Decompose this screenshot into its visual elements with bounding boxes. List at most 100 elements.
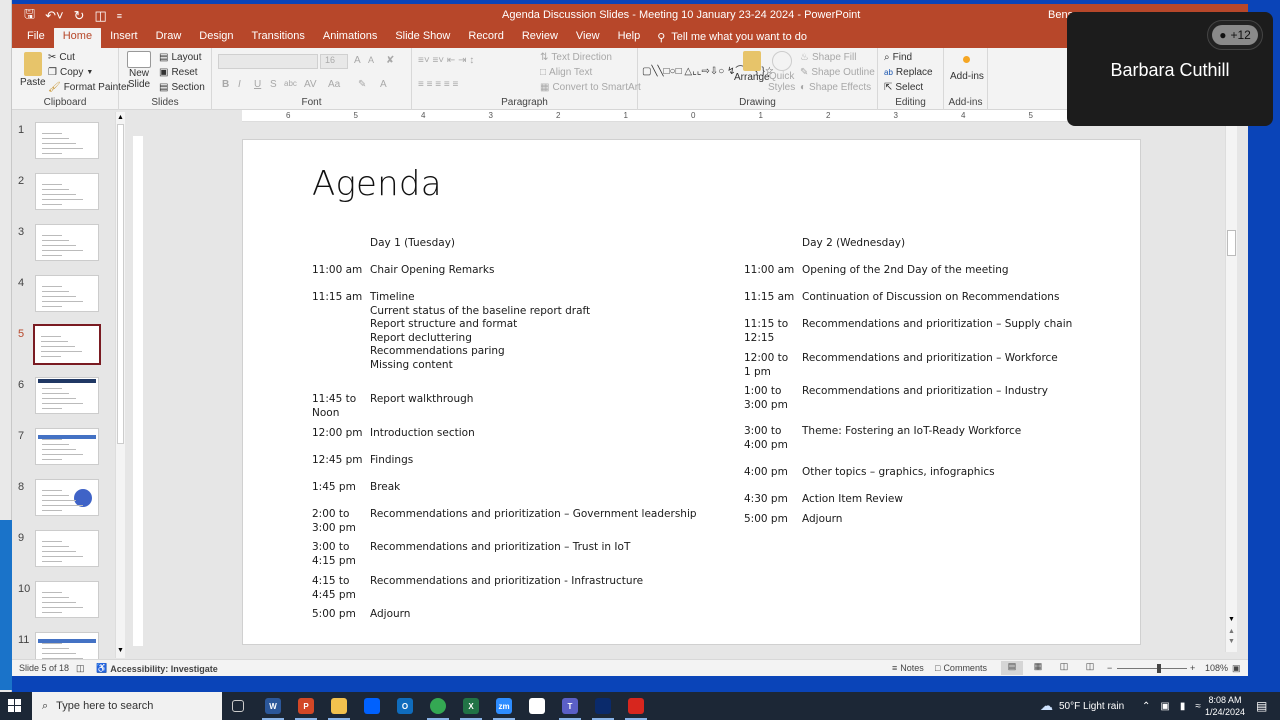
chevron-up-icon[interactable]: ⌃ xyxy=(1142,701,1150,712)
slide-canvas[interactable]: Agenda Day 1 (Tuesday) 11:00 am Chair Ope… xyxy=(242,139,1141,645)
tab-transitions[interactable]: Transitions xyxy=(243,28,314,48)
reading-view-button[interactable]: ◫ xyxy=(1053,661,1075,675)
dropbox-icon[interactable] xyxy=(364,698,380,714)
replace-button[interactable]: ab Replace xyxy=(884,67,933,78)
tab-insert[interactable]: Insert xyxy=(101,28,147,48)
zoom-slider-handle[interactable] xyxy=(1157,664,1161,673)
weather-widget[interactable]: ☁ 50°F Light rain xyxy=(1040,692,1124,720)
zoom-icon[interactable]: zm xyxy=(496,698,512,714)
shadow-button[interactable]: S xyxy=(270,79,277,90)
slide-scrollbar[interactable]: ▼ ▲ ▼ xyxy=(1225,112,1237,652)
grow-font-button[interactable]: A xyxy=(354,55,361,66)
excel-icon[interactable]: X xyxy=(463,698,479,714)
cut-button[interactable]: ✂ Cut xyxy=(48,52,75,63)
scroll-thumb[interactable] xyxy=(1227,230,1236,256)
slack-icon[interactable] xyxy=(529,698,545,714)
convert-smartart-button[interactable]: ▦ Convert to SmartArt xyxy=(540,82,641,93)
shrink-font-button[interactable]: A xyxy=(368,55,374,65)
slide-thumbnail[interactable] xyxy=(35,173,99,210)
scroll-down-arrow[interactable]: ▼ xyxy=(1228,616,1235,623)
slideshow-button[interactable]: ◫ xyxy=(1079,661,1101,675)
participants-button[interactable]: ● +12 xyxy=(1207,20,1263,50)
windows-start-icon[interactable] xyxy=(8,699,22,713)
font-name-box[interactable] xyxy=(218,54,318,69)
redo-icon[interactable]: ↻ xyxy=(74,8,85,24)
file-explorer-icon[interactable] xyxy=(331,698,347,714)
character-spacing-button[interactable]: AV xyxy=(304,79,317,90)
copy-button[interactable]: ❐ Copy ▼ xyxy=(48,67,93,78)
customize-qat-icon[interactable]: ≡ xyxy=(117,11,122,21)
section-button[interactable]: ▤ Section xyxy=(159,82,205,93)
clear-formatting-icon[interactable]: ✘ xyxy=(386,55,394,66)
highlight-icon[interactable]: ✎ xyxy=(358,79,366,90)
next-slide-icon[interactable]: ▼ xyxy=(1228,638,1235,645)
format-painter-button[interactable]: 🖌 Format Painter xyxy=(48,82,130,93)
camera-icon[interactable]: ▣ xyxy=(1160,701,1169,712)
microphone-icon[interactable]: ▮ xyxy=(1180,701,1186,712)
tab-review[interactable]: Review xyxy=(513,28,567,48)
previous-slide-icon[interactable]: ▲ xyxy=(1228,628,1235,635)
new-slide-button[interactable]: New Slide xyxy=(127,51,151,90)
fit-slide-icon[interactable]: ▣ xyxy=(1232,663,1241,674)
shape-effects-button[interactable]: ◐ Shape Effects xyxy=(800,82,871,93)
slide-thumbnail[interactable] xyxy=(35,377,99,414)
powerpoint-icon[interactable]: P xyxy=(298,698,314,714)
find-button[interactable]: ⌕ Find xyxy=(884,52,912,63)
select-button[interactable]: ⇱ Select xyxy=(884,82,923,93)
tab-file[interactable]: File xyxy=(18,28,54,48)
zoom-level[interactable]: 108% xyxy=(1205,663,1228,673)
tab-home[interactable]: Home xyxy=(53,27,102,48)
normal-view-button[interactable]: ▤ xyxy=(1001,661,1023,675)
wifi-icon[interactable]: ≈ xyxy=(1195,701,1201,712)
notifications-icon[interactable]: ▤ xyxy=(1256,692,1267,720)
thumbnails-scrollbar[interactable]: ▲ ▼ xyxy=(115,112,125,658)
align-text-button[interactable]: □ Align Text xyxy=(540,67,592,78)
acrobat-icon[interactable] xyxy=(628,698,644,714)
tab-animations[interactable]: Animations xyxy=(314,28,386,48)
save-icon[interactable]: 🖫 xyxy=(24,5,35,27)
zoom-in-button[interactable]: + xyxy=(1190,663,1195,673)
bullets-icon[interactable]: ≡˅ ≡˅ ⇤ ⇥ ↕ xyxy=(418,55,474,66)
font-size-box[interactable]: 16 xyxy=(320,54,348,69)
present-from-start-icon[interactable]: ◫ xyxy=(94,8,106,24)
tell-me-search[interactable]: ⚲ Tell me what you want to do xyxy=(649,31,815,48)
slide-thumbnail[interactable] xyxy=(35,581,99,618)
font-color-button[interactable]: A xyxy=(380,79,387,90)
slide-thumbnail[interactable] xyxy=(33,324,101,365)
tab-draw[interactable]: Draw xyxy=(147,28,191,48)
tab-help[interactable]: Help xyxy=(609,28,650,48)
clock[interactable]: 8:08 AM 1/24/2024 xyxy=(1205,692,1245,720)
shape-outline-button[interactable]: ✎ Shape Outline xyxy=(800,67,875,78)
paste-button[interactable]: Paste xyxy=(20,52,46,88)
underline-button[interactable]: U xyxy=(254,79,261,90)
tab-design[interactable]: Design xyxy=(190,28,242,48)
outlook-icon[interactable]: O xyxy=(397,698,413,714)
bold-button[interactable]: B xyxy=(222,79,229,90)
webex-icon[interactable] xyxy=(595,698,611,714)
zoom-slider[interactable] xyxy=(1117,668,1187,669)
slide-title[interactable]: Agenda xyxy=(312,164,442,204)
accessibility-button[interactable]: ♿ Accessibility: Investigate xyxy=(96,663,218,674)
meeting-speaker-tile[interactable]: ● +12 Barbara Cuthill xyxy=(1067,12,1273,126)
italic-button[interactable]: I xyxy=(238,79,241,90)
slide-sorter-button[interactable]: ▦ xyxy=(1027,661,1049,675)
tab-slide-show[interactable]: Slide Show xyxy=(386,28,459,48)
chrome-icon[interactable] xyxy=(430,698,446,714)
arrange-button[interactable]: Arrange xyxy=(734,51,770,83)
slide-thumbnail[interactable] xyxy=(35,122,99,159)
teams-icon[interactable]: T xyxy=(562,698,578,714)
vertical-ruler[interactable] xyxy=(133,136,143,646)
slide-thumbnail[interactable] xyxy=(35,428,99,465)
horizontal-ruler[interactable]: 6 5 4 3 2 1 0 1 2 3 4 5 xyxy=(242,110,1072,122)
spellcheck-icon[interactable]: ◫ xyxy=(76,663,85,674)
shapes-gallery[interactable]: ▢╲╲□○□ △⌞⌞⇨⇩○ ↯⌒⌒{ }☆ xyxy=(642,51,774,91)
tab-record[interactable]: Record xyxy=(459,28,512,48)
taskbar-search[interactable]: ⌕ Type here to search xyxy=(32,692,222,720)
slide-thumbnail[interactable] xyxy=(35,530,99,567)
slide-thumbnail[interactable] xyxy=(35,479,99,516)
reset-button[interactable]: ▣ Reset xyxy=(159,67,198,78)
shape-fill-button[interactable]: ♨ Shape Fill xyxy=(800,52,856,63)
align-icons[interactable]: ≡ ≡ ≡ ≡ ≡ xyxy=(418,79,458,90)
layout-button[interactable]: ▤ Layout xyxy=(159,52,201,63)
slide-thumbnail[interactable] xyxy=(35,275,99,312)
